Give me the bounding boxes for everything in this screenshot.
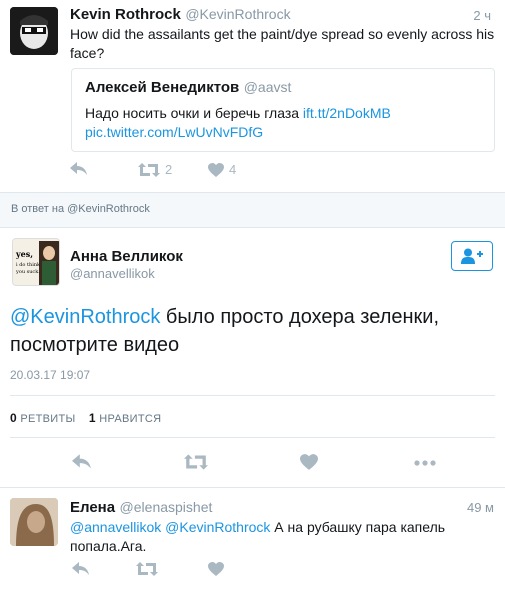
tweet-text: @annavellikok @KevinRothrock А на рубашк… [70,518,490,556]
quote-link[interactable]: ift.tt/2nDokMB [303,105,391,121]
retweet-icon [184,454,208,470]
retweet-icon [136,562,158,576]
tweet-actions: 2 4 [70,162,370,182]
reply-icon [72,562,89,575]
avatar[interactable] [10,498,58,546]
retweet-button[interactable] [136,562,158,576]
retweet-button[interactable] [184,454,208,470]
retweets-label: РЕТВИТЫ [20,413,76,425]
tweet-actions [72,562,372,582]
divider [10,437,495,438]
retweet-count: 2 [165,162,173,177]
reply-button[interactable] [72,562,90,576]
heart-icon [300,454,318,470]
tweet-text: @KevinRothrock было просто дохера зеленк… [10,303,490,359]
follow-button[interactable] [451,241,493,271]
reply-button[interactable] [72,454,92,470]
tweet-stats: 0 РЕТВИТЫ 1 НРАВИТСЯ [10,411,161,425]
tweet-header: Kevin Rothrock @KevinRothrock [70,6,495,26]
author-handle[interactable]: @KevinRothrock [185,6,290,22]
like-button[interactable] [208,562,224,576]
quote-media-link[interactable]: pic.twitter.com/LwUvNvFDfG [85,124,263,140]
follow-user-icon [461,248,483,264]
author-name[interactable]: Елена [70,499,115,516]
tweet-header: Елена @elenaspishet [70,499,212,517]
reply-context-text[interactable]: В ответ на @KevinRothrock [11,203,150,215]
retweet-button[interactable]: 2 [138,162,172,177]
more-icon [414,460,436,466]
svg-text:you suck.: you suck. [15,269,40,275]
quoted-tweet[interactable]: Алексей Венедиктов @aavst Надо носить оч… [71,68,495,152]
more-button[interactable] [414,460,436,466]
divider [0,487,505,488]
heart-icon [208,562,224,576]
quote-body: Надо носить очки и беречь глаза [85,105,300,121]
avatar[interactable] [10,7,58,55]
divider [10,395,495,396]
tweet-time[interactable]: 2 ч [473,8,491,23]
mention-link[interactable]: @KevinRothrock [10,306,160,328]
heart-icon [208,162,224,177]
divider [0,227,505,228]
retweet-icon [138,162,160,177]
likes-stat[interactable]: 1 НРАВИТСЯ [88,411,162,425]
like-button[interactable] [300,454,318,470]
quote-author-handle: @aavst [243,79,292,95]
author-handle[interactable]: @elenaspishet [120,499,213,515]
author-name[interactable]: Kevin Rothrock [70,6,181,23]
tweet-actions [72,454,472,474]
retweets-stat[interactable]: 0 РЕТВИТЫ [10,411,76,425]
author-handle[interactable]: @annavellikok [70,266,155,281]
reply-icon [70,162,87,175]
reply-context-bar: В ответ на @KevinRothrock [0,193,505,227]
like-button[interactable]: 4 [208,162,236,177]
author-name[interactable]: Анна Велликок [70,248,183,265]
reply-button[interactable] [70,162,88,176]
avatar[interactable]: yes, i do think you suck. [12,238,60,286]
tweet-text: How did the assailants get the paint/dye… [70,26,495,61]
mention-link[interactable]: @KevinRothrock [165,519,270,535]
likes-label: НРАВИТСЯ [99,413,162,425]
quote-text: Надо носить очки и беречь глаза ift.tt/2… [85,104,485,142]
reply-icon [72,454,91,469]
quote-author-name: Алексей Венедиктов [85,79,240,96]
svg-text:yes,: yes, [15,249,33,259]
svg-text:i do think: i do think [16,262,41,268]
mention-link[interactable]: @annavellikok [70,519,161,535]
retweets-count: 0 [10,411,17,425]
tweet-time[interactable]: 49 м [467,500,494,515]
tweet-date[interactable]: 20.03.17 19:07 [10,368,90,382]
likes-count: 1 [88,411,96,425]
like-count: 4 [229,162,237,177]
